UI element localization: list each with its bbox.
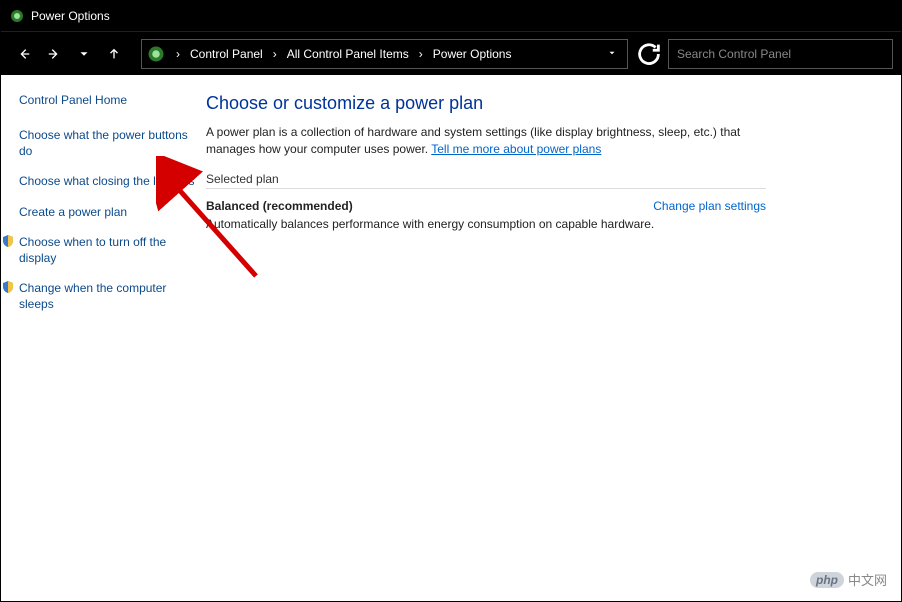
- watermark-brand: php: [810, 572, 844, 588]
- search-placeholder: Search Control Panel: [677, 47, 791, 61]
- sidebar-item-create-plan[interactable]: Create a power plan: [19, 204, 196, 220]
- sidebar-item-display-off[interactable]: Choose when to turn off the display: [19, 234, 196, 266]
- page-heading: Choose or customize a power plan: [206, 93, 877, 114]
- forward-button[interactable]: [39, 39, 69, 69]
- plan-name: Balanced (recommended): [206, 199, 353, 213]
- recent-locations-button[interactable]: [69, 39, 99, 69]
- sidebar-item-label: Choose what closing the lid does: [19, 173, 194, 189]
- address-dropdown-button[interactable]: [601, 47, 623, 61]
- search-input[interactable]: Search Control Panel: [668, 39, 893, 69]
- power-options-icon: [146, 44, 166, 64]
- watermark: php 中文网: [810, 570, 887, 589]
- refresh-button[interactable]: [634, 39, 664, 69]
- up-button[interactable]: [99, 39, 129, 69]
- plan-description: Automatically balances performance with …: [206, 217, 766, 231]
- shield-icon: [1, 234, 15, 266]
- sidebar-home-link[interactable]: Control Panel Home: [19, 93, 196, 107]
- titlebar: Power Options: [1, 1, 901, 31]
- chevron-right-icon[interactable]: ›: [413, 47, 429, 61]
- titlebar-title: Power Options: [31, 9, 110, 23]
- sidebar-item-computer-sleeps[interactable]: Change when the computer sleeps: [19, 280, 196, 312]
- breadcrumb-item[interactable]: Control Panel: [188, 47, 265, 61]
- chevron-right-icon[interactable]: ›: [170, 47, 186, 61]
- navbar: › Control Panel › All Control Panel Item…: [1, 31, 901, 75]
- breadcrumb-item[interactable]: Power Options: [431, 47, 514, 61]
- sidebar-item-closing-lid[interactable]: Choose what closing the lid does: [19, 173, 196, 189]
- learn-more-link[interactable]: Tell me more about power plans: [431, 142, 601, 156]
- shield-icon: [1, 280, 15, 312]
- chevron-right-icon[interactable]: ›: [267, 47, 283, 61]
- sidebar-item-label: Choose when to turn off the display: [19, 234, 196, 266]
- address-bar[interactable]: › Control Panel › All Control Panel Item…: [141, 39, 628, 69]
- power-options-icon: [9, 8, 25, 24]
- main-panel: Choose or customize a power plan A power…: [206, 75, 901, 601]
- content-area: Control Panel Home Choose what the power…: [1, 75, 901, 601]
- watermark-text: 中文网: [848, 570, 887, 589]
- breadcrumb-item[interactable]: All Control Panel Items: [285, 47, 411, 61]
- plan-row: Balanced (recommended) Change plan setti…: [206, 199, 766, 213]
- change-plan-settings-link[interactable]: Change plan settings: [653, 199, 766, 213]
- page-description: A power plan is a collection of hardware…: [206, 124, 786, 158]
- sidebar-item-label: Create a power plan: [19, 204, 127, 220]
- back-button[interactable]: [9, 39, 39, 69]
- sidebar: Control Panel Home Choose what the power…: [1, 75, 206, 601]
- sidebar-item-label: Choose what the power buttons do: [19, 127, 196, 159]
- sidebar-item-label: Change when the computer sleeps: [19, 280, 196, 312]
- sidebar-item-power-buttons[interactable]: Choose what the power buttons do: [19, 127, 196, 159]
- section-label: Selected plan: [206, 172, 766, 189]
